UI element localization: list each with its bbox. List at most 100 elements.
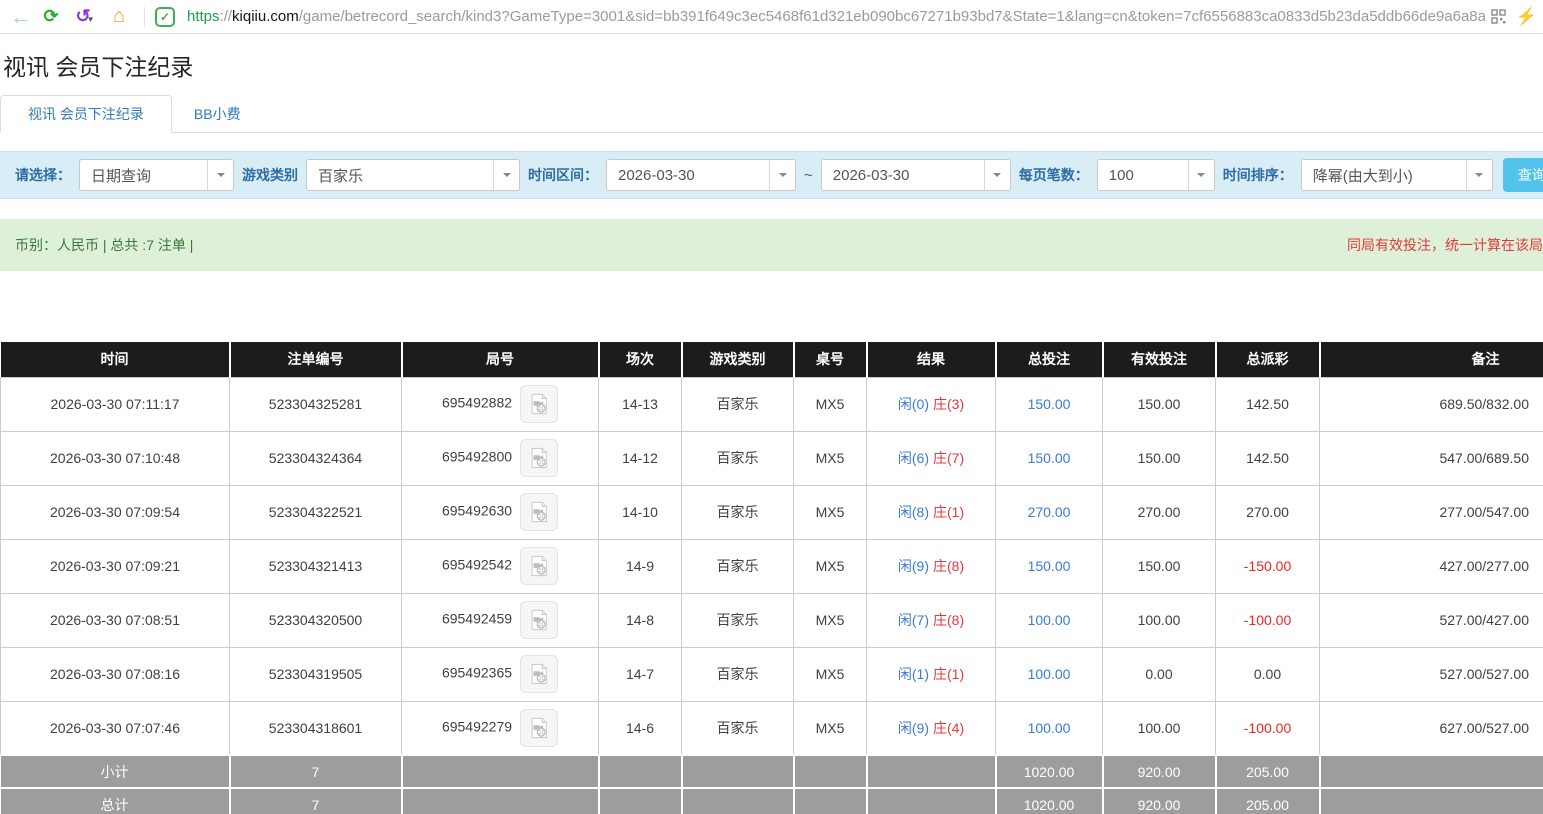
lightning-icon[interactable]: ⚡ xyxy=(1516,7,1537,27)
cell-game: 百家乐 xyxy=(682,431,794,485)
cell-time: 2026-03-30 07:08:51 xyxy=(1,593,230,647)
video-replay-button[interactable] xyxy=(520,709,558,747)
tab-bb-tip[interactable]: BB小费 xyxy=(172,96,263,132)
url-separator: :// xyxy=(220,8,233,25)
video-replay-button[interactable] xyxy=(520,601,558,639)
browser-window: ← ⟳ ↺ ▼ ⌂ ✓ https://kiqiiu.com/game/betr… xyxy=(0,0,1543,814)
cell-bet-no: 523304320500 xyxy=(230,593,402,647)
cell-time: 2026-03-30 07:10:48 xyxy=(1,431,230,485)
page-size-dropdown[interactable]: 100 xyxy=(1097,159,1215,191)
total-bet-link[interactable]: 150.00 xyxy=(1028,450,1071,466)
cell-game: 百家乐 xyxy=(682,539,794,593)
game-category-dropdown[interactable]: 百家乐 xyxy=(306,159,520,191)
qr-code-icon[interactable] xyxy=(1491,9,1506,24)
cell-round-no: 695492365 xyxy=(402,647,599,701)
back-button[interactable]: ← xyxy=(6,3,36,31)
cell-round-no: 695492542 xyxy=(402,539,599,593)
video-replay-button[interactable] xyxy=(520,439,558,477)
address-bar[interactable]: https://kiqiiu.com/game/betrecord_search… xyxy=(187,8,1485,25)
home-icon: ⌂ xyxy=(113,5,125,28)
security-badge[interactable]: ✓ xyxy=(155,7,175,27)
cell-payout: -100.00 xyxy=(1216,701,1320,755)
undo-button[interactable]: ↺ ▼ xyxy=(66,3,104,31)
toolbar-right: ⚡ xyxy=(1491,7,1537,27)
cell-result: 闲(9)庄(8) xyxy=(867,539,996,593)
game-category-value: 百家乐 xyxy=(307,165,493,186)
total-bet-link[interactable]: 150.00 xyxy=(1028,558,1071,574)
total-bet-link[interactable]: 100.00 xyxy=(1028,612,1071,628)
cell-valid-bet: 150.00 xyxy=(1103,377,1216,431)
chevron-down-icon[interactable] xyxy=(1188,160,1214,190)
reload-button[interactable]: ⟳ xyxy=(36,3,66,31)
cell-round-no: 695492459 xyxy=(402,593,599,647)
cell-round-no: 695492800 xyxy=(402,431,599,485)
table-row: 2026-03-30 07:07:46 523304318601 6954922… xyxy=(1,701,1543,755)
cell-note: 527.00/427.00 xyxy=(1320,593,1543,647)
total-bet-link[interactable]: 100.00 xyxy=(1028,720,1071,736)
cell-time: 2026-03-30 07:11:17 xyxy=(1,377,230,431)
toolbar-divider xyxy=(144,7,145,27)
chevron-down-icon[interactable] xyxy=(984,160,1010,190)
cell-table-no: MX5 xyxy=(794,485,867,539)
search-button[interactable]: 查询 xyxy=(1503,158,1543,192)
result-banker: 庄(3) xyxy=(933,396,964,412)
video-replay-button[interactable] xyxy=(520,547,558,585)
cell-total-bet: 100.00 xyxy=(996,647,1103,701)
table-row: 2026-03-30 07:08:51 523304320500 6954924… xyxy=(1,593,1543,647)
cell-valid-bet: 150.00 xyxy=(1103,539,1216,593)
home-button[interactable]: ⌂ xyxy=(104,3,134,31)
select-type-label: 请选择： xyxy=(15,165,71,185)
total-bet-link[interactable]: 150.00 xyxy=(1028,396,1071,412)
result-player: 闲(6) xyxy=(898,450,929,466)
video-replay-button[interactable] xyxy=(520,655,558,693)
time-range-label: 时间区间： xyxy=(528,165,598,185)
select-type-dropdown[interactable]: 日期查询 xyxy=(79,159,234,191)
summary-bar: 币别：人民币 | 总共 :7 注单 | 同局有效投注，统一计算在该局 xyxy=(0,219,1543,271)
col-header-result: 结果 xyxy=(867,342,996,377)
result-banker: 庄(4) xyxy=(933,720,964,736)
cell-bet-no: 523304319505 xyxy=(230,647,402,701)
col-header-game: 游戏类别 xyxy=(682,342,794,377)
chevron-down-icon[interactable] xyxy=(1466,160,1492,190)
video-replay-button[interactable] xyxy=(520,385,558,423)
url-path: /game/betrecord_search/kind3?GameType=30… xyxy=(299,8,1485,25)
total-total-bet: 1020.00 xyxy=(996,788,1103,814)
tab-betrecord[interactable]: 视讯 会员下注纪录 xyxy=(0,95,172,133)
result-banker: 庄(1) xyxy=(933,504,964,520)
chevron-down-icon: ▼ xyxy=(87,15,95,24)
result-player: 闲(1) xyxy=(898,666,929,682)
total-bet-link[interactable]: 100.00 xyxy=(1028,666,1071,682)
date-from-dropdown[interactable]: 2026-03-30 xyxy=(606,159,796,191)
subtotal-payout: 205.00 xyxy=(1216,755,1320,788)
table-row: 2026-03-30 07:09:54 523304322521 6954926… xyxy=(1,485,1543,539)
total-label: 总计 xyxy=(1,788,230,814)
result-banker: 庄(8) xyxy=(933,612,964,628)
cell-valid-bet: 270.00 xyxy=(1103,485,1216,539)
col-header-time: 时间 xyxy=(1,342,230,377)
result-banker: 庄(8) xyxy=(933,558,964,574)
cell-total-bet: 100.00 xyxy=(996,701,1103,755)
cell-valid-bet: 0.00 xyxy=(1103,647,1216,701)
cell-table-no: MX5 xyxy=(794,377,867,431)
back-icon: ← xyxy=(10,4,32,30)
date-to-dropdown[interactable]: 2026-03-30 xyxy=(821,159,1011,191)
chevron-down-icon[interactable] xyxy=(207,160,233,190)
game-category-label: 游戏类别 xyxy=(242,165,298,185)
video-replay-button[interactable] xyxy=(520,493,558,531)
chevron-down-icon[interactable] xyxy=(769,160,795,190)
cell-bet-no: 523304324364 xyxy=(230,431,402,485)
cell-note: 277.00/547.00 xyxy=(1320,485,1543,539)
round-no: 695492459 xyxy=(442,611,512,627)
time-sort-dropdown[interactable]: 降幂(由大到小) xyxy=(1301,159,1493,191)
subtotal-valid-bet: 920.00 xyxy=(1103,755,1216,788)
currency-total-summary: 币别：人民币 | 总共 :7 注单 | xyxy=(15,235,193,255)
round-no: 695492365 xyxy=(442,665,512,681)
cell-result: 闲(0)庄(3) xyxy=(867,377,996,431)
chevron-down-icon[interactable] xyxy=(493,160,519,190)
total-row: 总计 7 1020.00 920.00 205.00 xyxy=(1,788,1543,814)
col-header-bet-no: 注单编号 xyxy=(230,342,402,377)
result-banker: 庄(7) xyxy=(933,450,964,466)
col-header-table-no: 桌号 xyxy=(794,342,867,377)
total-bet-link[interactable]: 270.00 xyxy=(1028,504,1071,520)
result-player: 闲(8) xyxy=(898,504,929,520)
